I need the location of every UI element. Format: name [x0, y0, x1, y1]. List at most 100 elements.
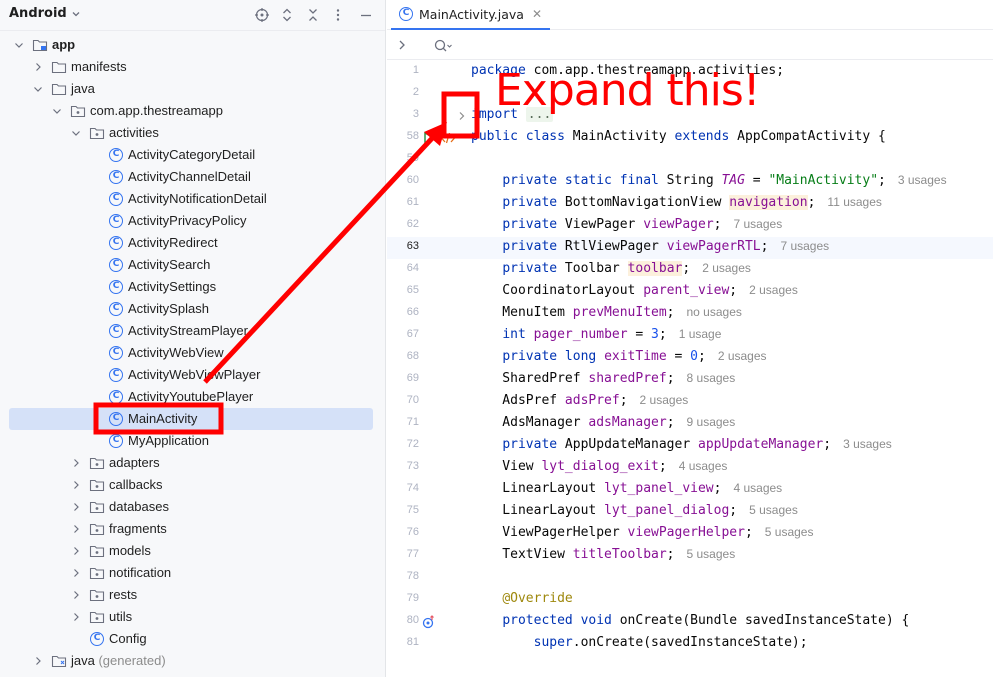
tree-item-activityredirect[interactable]: C ActivityRedirect: [0, 232, 385, 254]
tree-item-fragments[interactable]: fragments: [0, 518, 385, 540]
tree-item-activityyoutubeplayer[interactable]: C ActivityYoutubePlayer: [0, 386, 385, 408]
usages-hint[interactable]: 5 usages: [687, 547, 736, 561]
fold-expand-icon[interactable]: [455, 109, 469, 123]
usages-hint[interactable]: 2 usages: [702, 261, 751, 275]
expand-all-icon[interactable]: [277, 5, 297, 25]
usages-hint[interactable]: 7 usages: [780, 239, 829, 253]
override-method-icon[interactable]: [422, 615, 436, 629]
usages-hint[interactable]: 7 usages: [733, 217, 782, 231]
usages-hint[interactable]: 3 usages: [843, 437, 892, 451]
chevron-right-icon[interactable]: [70, 479, 82, 491]
tree-item-java[interactable]: java (generated): [0, 650, 385, 672]
code-line[interactable]: 72 private AppUpdateManager appUpdateMan…: [387, 435, 993, 457]
chevron-right-icon[interactable]: [32, 655, 44, 667]
tree-item-java[interactable]: java: [0, 78, 385, 100]
code-line[interactable]: 59: [387, 149, 993, 171]
tree-item-activitysettings[interactable]: C ActivitySettings: [0, 276, 385, 298]
code-line[interactable]: 64 private Toolbar toolbar; 2 usages: [387, 259, 993, 281]
chevron-right-icon[interactable]: [70, 545, 82, 557]
locate-target-icon[interactable]: [252, 5, 272, 25]
run-gutter-icon[interactable]: [422, 131, 436, 145]
tree-item-com-app-thestreamapp[interactable]: com.app.thestreamapp: [0, 100, 385, 122]
code-line[interactable]: 69 SharedPref sharedPref; 8 usages: [387, 369, 993, 391]
chevron-right-icon[interactable]: [70, 611, 82, 623]
usages-hint[interactable]: 3 usages: [898, 173, 947, 187]
tree-item-activityprivacypolicy[interactable]: C ActivityPrivacyPolicy: [0, 210, 385, 232]
tree-item-activitywebviewplayer[interactable]: C ActivityWebViewPlayer: [0, 364, 385, 386]
tree-item-utils[interactable]: utils: [0, 606, 385, 628]
chevron-right-icon[interactable]: [70, 589, 82, 601]
tree-item-databases[interactable]: databases: [0, 496, 385, 518]
code-line[interactable]: 76 ViewPagerHelper viewPagerHelper; 5 usa…: [387, 523, 993, 545]
tree-item-rests[interactable]: rests: [0, 584, 385, 606]
project-view-selector[interactable]: Android: [9, 6, 81, 21]
code-line[interactable]: 62 private ViewPager viewPager; 7 usages: [387, 215, 993, 237]
code-line[interactable]: 81 super.onCreate(savedInstanceState);: [387, 633, 993, 655]
chevron-right-icon[interactable]: [70, 501, 82, 513]
tree-item-models[interactable]: models: [0, 540, 385, 562]
code-line[interactable]: 61 private BottomNavigationView navigati…: [387, 193, 993, 215]
tree-item-activitywebview[interactable]: C ActivityWebView: [0, 342, 385, 364]
tree-item-notification[interactable]: notification: [0, 562, 385, 584]
chevron-down-icon[interactable]: [13, 39, 25, 51]
code-line[interactable]: 70 AdsPref adsPref; 2 usages: [387, 391, 993, 413]
tree-item-activitychanneldetail[interactable]: C ActivityChannelDetail: [0, 166, 385, 188]
usages-hint[interactable]: 11 usages: [827, 195, 882, 209]
usages-hint[interactable]: 4 usages: [679, 459, 728, 473]
tab-main-activity[interactable]: C MainActivity.java ✕: [391, 0, 551, 30]
tree-item-activitysplash[interactable]: C ActivitySplash: [0, 298, 385, 320]
tree-item-activitynotificationdetail[interactable]: C ActivityNotificationDetail: [0, 188, 385, 210]
usages-hint[interactable]: 5 usages: [765, 525, 814, 539]
tree-item-activitysearch[interactable]: C ActivitySearch: [0, 254, 385, 276]
chevron-right-icon[interactable]: [70, 523, 82, 535]
tree-item-manifests[interactable]: manifests: [0, 56, 385, 78]
tree-item-adapters[interactable]: adapters: [0, 452, 385, 474]
tree-item-config[interactable]: C Config: [0, 628, 385, 650]
tree-item-callbacks[interactable]: callbacks: [0, 474, 385, 496]
tree-item-activitycategorydetail[interactable]: C ActivityCategoryDetail: [0, 144, 385, 166]
chevron-down-icon[interactable]: [32, 83, 44, 95]
code-line[interactable]: 58 public class MainActivity extends AppC…: [387, 127, 993, 149]
usages-hint[interactable]: 8 usages: [687, 371, 736, 385]
usages-hint[interactable]: no usages: [687, 305, 742, 319]
tree-item-app[interactable]: app: [0, 34, 385, 56]
code-line[interactable]: 75 LinearLayout lyt_panel_dialog; 5 usage…: [387, 501, 993, 523]
code-line[interactable]: 67 int pager_number = 3; 1 usage: [387, 325, 993, 347]
code-line[interactable]: 63 private RtlViewPager viewPagerRTL; 7 u…: [387, 237, 993, 259]
code-line[interactable]: 73 View lyt_dialog_exit; 4 usages: [387, 457, 993, 479]
usages-hint[interactable]: 1 usage: [679, 327, 722, 341]
chevron-right-icon[interactable]: [32, 61, 44, 73]
related-xml-icon[interactable]: [440, 131, 456, 145]
tree-item-myapplication[interactable]: C MyApplication: [0, 430, 385, 452]
collapse-all-icon[interactable]: [303, 5, 323, 25]
usages-hint[interactable]: 2 usages: [640, 393, 689, 407]
code-line[interactable]: 78: [387, 567, 993, 589]
chevron-down-icon[interactable]: [70, 127, 82, 139]
code-line[interactable]: 68 private long exitTime = 0; 2 usages: [387, 347, 993, 369]
code-line[interactable]: 65 CoordinatorLayout parent_view; 2 usage…: [387, 281, 993, 303]
chevron-right-icon[interactable]: [70, 457, 82, 469]
usages-hint[interactable]: 5 usages: [749, 503, 798, 517]
usages-hint[interactable]: 4 usages: [733, 481, 782, 495]
close-icon[interactable]: ✕: [532, 7, 542, 21]
usages-hint[interactable]: 2 usages: [718, 349, 767, 363]
usages-hint[interactable]: 9 usages: [687, 415, 736, 429]
minimize-panel-icon[interactable]: [356, 5, 376, 25]
usages-hint[interactable]: 2 usages: [749, 283, 798, 297]
code-line[interactable]: 79 @Override: [387, 589, 993, 611]
tree-item-activities[interactable]: activities: [0, 122, 385, 144]
code-line[interactable]: 66 MenuItem prevMenuItem; no usages: [387, 303, 993, 325]
code-area[interactable]: 1 package com.app.thestreamapp.activities…: [387, 61, 993, 677]
more-options-icon[interactable]: [328, 5, 348, 25]
code-line[interactable]: 77 TextView titleToolbar; 5 usages: [387, 545, 993, 567]
chevron-down-icon[interactable]: [51, 105, 63, 117]
code-line[interactable]: 71 AdsManager adsManager; 9 usages: [387, 413, 993, 435]
tree-item-mainactivity[interactable]: C MainActivity: [0, 408, 385, 430]
code-line[interactable]: 80 protected void onCreate(Bundle savedI…: [387, 611, 993, 633]
code-line[interactable]: 60 private static final String TAG = "Ma…: [387, 171, 993, 193]
search-icon[interactable]: [433, 38, 453, 54]
tree-item-activitystreamplayer[interactable]: C ActivityStreamPlayer: [0, 320, 385, 342]
chevron-right-icon[interactable]: [70, 567, 82, 579]
code-line[interactable]: 74 LinearLayout lyt_panel_view; 4 usages: [387, 479, 993, 501]
chevron-right-icon[interactable]: [395, 38, 409, 52]
